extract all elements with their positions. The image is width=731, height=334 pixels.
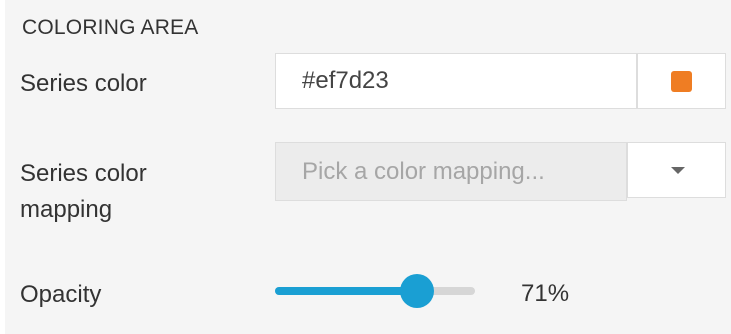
opacity-slider-fill (275, 287, 417, 295)
caret-down-icon (671, 167, 685, 174)
series-color-mapping-label: Series color mapping (20, 160, 147, 223)
series-color-label: Series color (20, 70, 147, 97)
section-title: COLORING AREA (22, 16, 199, 39)
color-mapping-dropdown-button[interactable] (627, 142, 726, 198)
opacity-slider-thumb[interactable] (400, 274, 434, 308)
coloring-area-panel: COLORING AREA Series color #ef7d23 Serie… (5, 0, 731, 334)
series-color-input[interactable]: #ef7d23 (275, 53, 637, 109)
opacity-value: 71% (521, 280, 570, 307)
color-swatch-icon (671, 71, 692, 92)
opacity-slider-track[interactable] (275, 287, 475, 295)
color-picker-button[interactable] (637, 53, 726, 109)
opacity-label: Opacity (20, 281, 102, 308)
opacity-slider[interactable] (275, 274, 475, 308)
color-mapping-select[interactable]: Pick a color mapping... (275, 142, 627, 201)
